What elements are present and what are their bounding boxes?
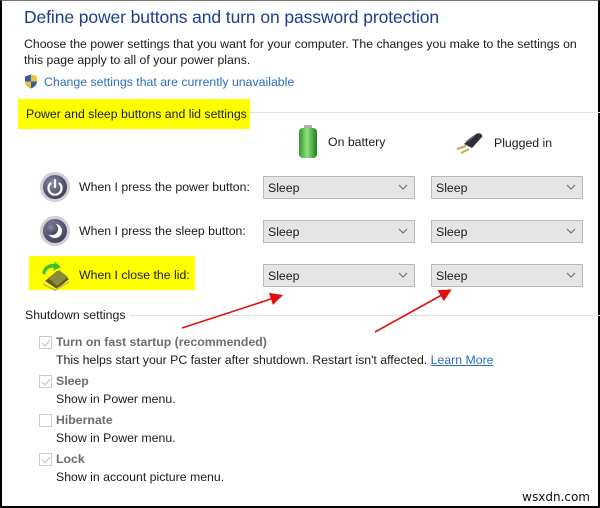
power-button-on-battery-select[interactable]: Sleep [263,176,415,199]
column-header-on-battery: On battery [298,125,385,159]
hibernate-option[interactable]: Hibernate [39,413,113,427]
lock-option-label: Lock [56,452,85,466]
lock-option-description: Show in account picture menu. [56,470,225,484]
select-value: Sleep [436,181,468,195]
lid-on-battery-select[interactable]: Sleep [263,264,415,287]
hibernate-option-label: Hibernate [56,413,113,427]
laptop-lid-icon [42,261,69,291]
chevron-down-icon [566,184,576,190]
arrow-to-plugged-in-select [374,289,452,333]
shutdown-section-divider [130,315,600,316]
lock-checkbox[interactable] [39,452,52,466]
chevron-down-icon [566,228,576,234]
arrow-to-on-battery-select [181,292,284,329]
power-button-icon [40,172,70,202]
sleep-button-plugged-in-select[interactable]: Sleep [431,220,583,243]
sleep-button-label: When I press the sleep button: [79,224,246,238]
fast-startup-label: Turn on fast startup (recommended) [56,335,267,349]
fast-startup-option[interactable]: Turn on fast startup (recommended) [39,335,267,349]
hibernate-option-description: Show in Power menu. [56,431,176,445]
control-panel-window: Define power buttons and turn on passwor… [0,0,600,508]
checkmark-icon [41,378,51,386]
sleep-button-row-label: When I press the sleep button: [39,215,246,247]
on-battery-label: On battery [328,135,386,149]
sleep-option[interactable]: Sleep [39,374,89,388]
select-value: Sleep [436,225,468,239]
power-button-row-label: When I press the power button: [39,171,250,203]
sleep-option-label: Sleep [56,374,89,388]
watermark: wsxdn.com [522,490,590,504]
select-value: Sleep [436,269,468,283]
power-plug-icon [456,133,483,154]
uac-shield-icon [25,74,37,89]
select-value: Sleep [268,181,300,195]
checkmark-icon [41,456,51,464]
select-value: Sleep [268,225,300,239]
sleep-checkbox[interactable] [39,374,52,388]
sleep-button-icon [40,216,70,246]
checkmark-icon [41,339,51,347]
chevron-down-icon [398,228,408,234]
sleep-button-on-battery-select[interactable]: Sleep [263,220,415,243]
power-button-plugged-in-select[interactable]: Sleep [431,176,583,199]
power-button-label: When I press the power button: [79,180,250,194]
lid-row-label: When I close the lid: [39,259,190,291]
column-header-plugged-in: Plugged in [454,132,552,154]
lock-option[interactable]: Lock [39,452,85,466]
shutdown-section-heading: Shutdown settings [25,308,126,322]
chevron-down-icon [398,272,408,278]
change-settings-link[interactable]: Change settings that are currently unava… [24,74,294,89]
learn-more-link[interactable]: Learn More [431,353,494,367]
page-description: Choose the power settings that you want … [24,37,577,67]
battery-icon [299,125,317,158]
lid-label: When I close the lid: [79,268,190,282]
page-title: Define power buttons and turn on passwor… [24,7,440,27]
power-section-heading: Power and sleep buttons and lid settings [18,99,250,129]
power-section-divider [250,112,600,113]
plugged-in-label: Plugged in [494,136,553,150]
chevron-down-icon [566,272,576,278]
sleep-option-description: Show in Power menu. [56,392,176,406]
fast-startup-description-text: This helps start your PC faster after sh… [56,353,428,367]
chevron-down-icon [398,184,408,190]
fast-startup-checkbox[interactable] [39,335,52,349]
hibernate-checkbox[interactable] [39,413,52,427]
select-value: Sleep [268,269,300,283]
change-settings-link-label[interactable]: Change settings that are currently unava… [44,75,294,89]
lid-plugged-in-select[interactable]: Sleep [431,264,583,287]
fast-startup-description: This helps start your PC faster after sh… [56,353,494,367]
